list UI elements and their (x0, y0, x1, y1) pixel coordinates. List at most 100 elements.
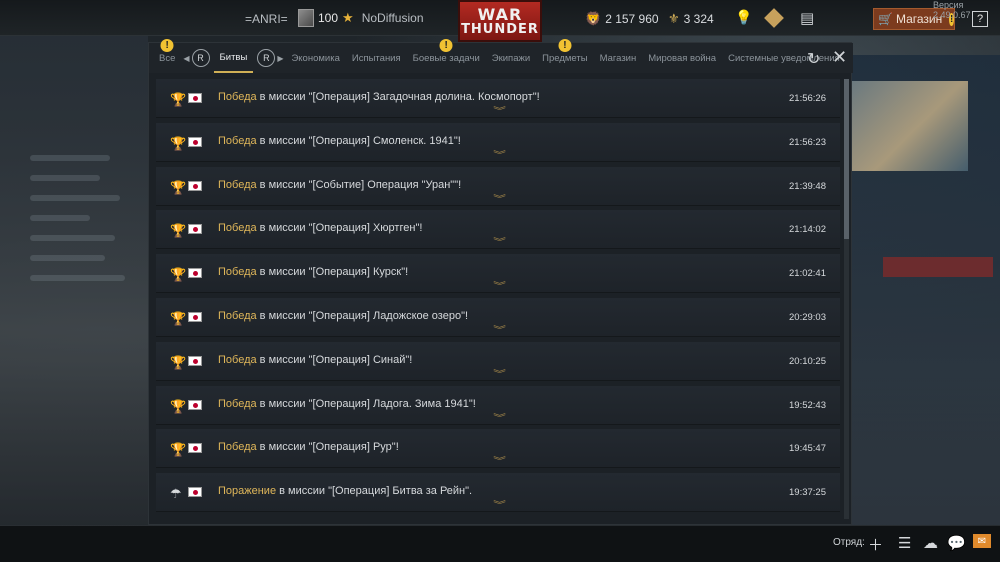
message-time: 19:37:25 (789, 487, 826, 499)
list-icon[interactable]: ☰ (898, 534, 911, 552)
notifications-window: ! Все ◀ R Битвы R ▶ Экономика Испытания … (148, 39, 853, 525)
parachute-icon: ☂ (170, 486, 182, 502)
chevron-down-icon[interactable]: ︾ (493, 235, 506, 248)
trophy-icon: 🏆 (170, 354, 187, 370)
mission-text: в миссии "[Операция] Курск"! (256, 266, 409, 279)
chevron-down-icon[interactable]: ︾ (493, 279, 506, 292)
japan-flag-icon (188, 311, 202, 322)
message-time: 21:39:48 (789, 180, 826, 192)
tab-challenges[interactable]: Испытания (346, 43, 407, 73)
chevron-down-icon[interactable]: ︾ (493, 192, 506, 205)
tab-prev-arrow[interactable]: ◀ R (181, 43, 213, 73)
battle-result: Поражение (218, 485, 277, 498)
mission-text: в миссии "[Операция] Смоленск. 1941"! (256, 134, 461, 147)
trophy-icon: 🏆 (170, 92, 187, 107)
chevron-down-icon[interactable]: ︾ (493, 148, 506, 161)
chat-icon[interactable]: 💬 (947, 534, 966, 552)
mission-text: в миссии "[Операция] Рур"! (256, 441, 399, 454)
list-item[interactable]: ☂ Поражение в миссии "[Операция] Битва з… (156, 473, 840, 513)
message-text: Победа в миссии "[Операция] Курск"! (218, 266, 408, 278)
tab-next-arrow[interactable]: R ▶ (253, 43, 285, 73)
close-icon[interactable]: ✕ (832, 47, 847, 68)
message-time: 21:56:23 (789, 136, 826, 148)
message-text: Победа в миссии "[Операция] Хюртген"! (218, 222, 422, 234)
star-icon: ★ (342, 10, 354, 25)
list-item[interactable]: 🏆 Победа в миссии "[Операция] Курск"! 21… (156, 254, 840, 294)
mission-text: в миссии "[Операция] Хюртген"! (256, 222, 423, 235)
list-item[interactable]: 🏆 Победа в миссии "[Операция] Хюртген"! … (156, 210, 840, 250)
list-item[interactable]: 🏆 Победа в миссии "[Событие] Операция "У… (156, 166, 840, 206)
golden-eagles-balance[interactable]: ⚜ 3 324 (668, 11, 714, 27)
avatar[interactable] (298, 9, 314, 27)
version-label: Версия 2.49.0.67 (933, 0, 971, 20)
list-item[interactable]: 🏆 Победа в миссии "[Операция] Ладога. Зи… (156, 385, 840, 425)
golden-eagles-value: 3 324 (683, 12, 714, 26)
chevron-down-icon[interactable]: ︾ (493, 411, 506, 424)
tab-shop[interactable]: Магазин (594, 43, 643, 73)
player-nickname[interactable]: =ANRI= (245, 12, 288, 26)
refresh-icon[interactable]: ↻ (807, 49, 820, 69)
trophy-icon: 🏆 (170, 442, 187, 458)
tab-battle-tasks[interactable]: ! Боевые задачи (407, 39, 486, 73)
scrollbar[interactable] (844, 79, 849, 519)
scrollbar-thumb[interactable] (844, 79, 849, 239)
chevron-down-icon[interactable]: ︾ (493, 323, 506, 336)
help-button[interactable]: ? (972, 11, 988, 27)
list-item[interactable]: 🏆 Победа в миссии "[Операция] Загадочная… (156, 79, 840, 118)
player-rank[interactable]: 100 ★ NoDiffusion (298, 9, 424, 27)
message-time: 21:02:41 (789, 268, 826, 280)
list-item[interactable]: 🏆 Победа в миссии "[Операция] Ладожское … (156, 297, 840, 337)
add-squad-member-icon[interactable]: ＋ (868, 534, 883, 555)
tab-battles[interactable]: Битвы (213, 43, 254, 73)
japan-flag-icon (188, 268, 202, 279)
message-time: 20:29:03 (789, 311, 826, 323)
bottom-bar: Отряд: ＋ ☰ ☁ 💬 ✉ (0, 526, 1000, 562)
background-right-panel (848, 55, 1000, 525)
list-item[interactable]: 🏆 Победа в миссии "[Операция] Рур"! 19:4… (156, 429, 840, 469)
tab-items-alert-icon: ! (558, 39, 572, 52)
logo-line-2: THUNDER (461, 21, 539, 37)
cards-icon[interactable]: ▤ (800, 9, 814, 27)
tab-battle-tasks-alert-icon: ! (439, 39, 453, 52)
warbond-icon[interactable] (764, 8, 784, 28)
message-text: Победа в миссии "[Операция] Синай"! (218, 354, 412, 366)
tab-economy[interactable]: Экономика (285, 43, 345, 73)
tab-system-notifications-label: Системные уведомления (728, 52, 840, 64)
friends-icon[interactable]: ☁ (923, 534, 938, 552)
lightbulb-icon[interactable]: 💡 (735, 9, 752, 26)
tab-crews-label: Экипажи (491, 52, 531, 64)
list-item[interactable]: 🏆 Победа в миссии "[Операция] Синай"! 20… (156, 341, 840, 381)
list-item[interactable]: 🏆 Победа в миссии "[Операция] Смоленск. … (156, 122, 840, 162)
message-text: Победа в миссии "[Операция] Смоленск. 19… (218, 135, 461, 147)
japan-flag-icon (188, 136, 202, 147)
background-red-button (883, 257, 993, 277)
chevron-down-icon[interactable]: ︾ (493, 454, 506, 467)
tab-world-war[interactable]: Мировая война (642, 43, 722, 73)
background-preview-image (848, 81, 968, 171)
tab-crews[interactable]: Экипажи (486, 43, 536, 73)
mission-text: в миссии "[Операция] Битва за Рейн". (276, 485, 473, 498)
r-button-icon: R (257, 49, 276, 67)
chevron-down-icon[interactable]: ︾ (493, 498, 506, 511)
japan-flag-icon (188, 355, 202, 366)
tab-all-alert-icon: ! (160, 39, 174, 52)
message-time: 20:10:25 (789, 355, 826, 367)
mission-text: в миссии "[Операция] Ладога. Зима 1941"! (256, 397, 476, 410)
japan-flag-icon (188, 487, 202, 498)
rank-value: 100 (318, 11, 339, 25)
silver-lions-balance[interactable]: 🦁 2 157 960 (585, 11, 659, 27)
tab-shop-label: Магазин (599, 52, 637, 64)
background-left-panel (0, 35, 148, 525)
mail-icon[interactable]: ✉ (973, 534, 991, 548)
tab-battle-tasks-label: Боевые задачи (412, 52, 480, 64)
tab-items[interactable]: ! Предметы (536, 39, 593, 73)
tab-all[interactable]: ! Все (153, 39, 181, 73)
chevron-down-icon[interactable]: ︾ (493, 104, 506, 117)
trophy-icon: 🏆 (170, 267, 187, 283)
mission-text: в миссии "[Операция] Синай"! (256, 353, 413, 366)
message-text: Победа в миссии "[Операция] Ладога. Зима… (218, 398, 476, 410)
tab-system-notifications[interactable]: Системные уведомления (722, 43, 846, 73)
war-thunder-logo[interactable]: WAR THUNDER (458, 0, 542, 42)
chevron-down-icon[interactable]: ︾ (493, 367, 506, 380)
japan-flag-icon (188, 93, 202, 103)
